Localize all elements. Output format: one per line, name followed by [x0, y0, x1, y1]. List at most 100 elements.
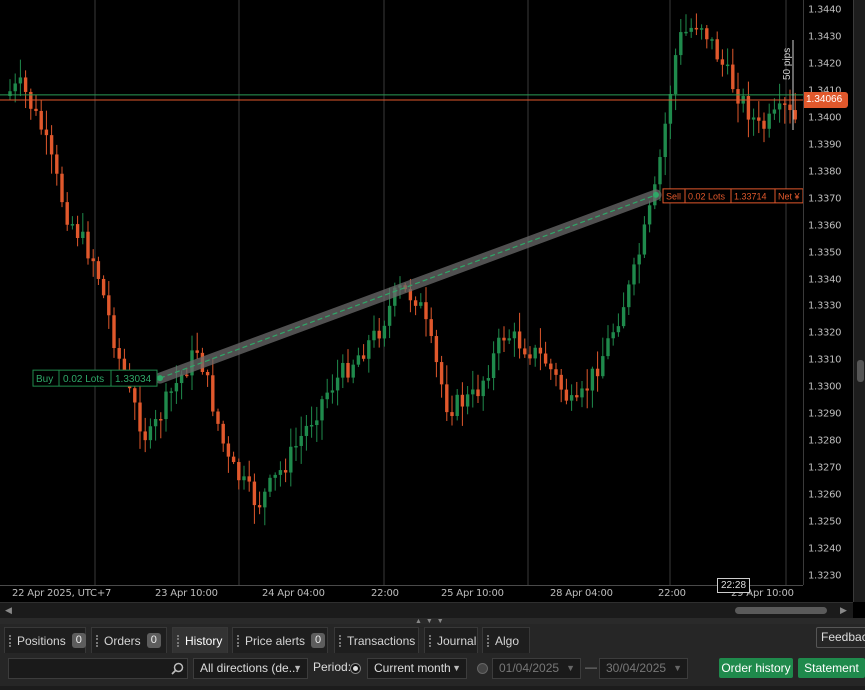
chevron-down-icon: ▼: [566, 663, 575, 673]
search-input[interactable]: [8, 658, 188, 679]
date-to-field[interactable]: 30/04/2025 ▼: [599, 658, 688, 679]
drag-grip-icon[interactable]: [177, 635, 181, 647]
time-tick-label: 22:00: [658, 588, 686, 599]
candle-body: [606, 338, 610, 357]
candle-body: [226, 443, 231, 457]
candle-body: [783, 103, 787, 105]
candle-body: [429, 319, 433, 337]
price-axis[interactable]: 1.3440 1.3430 1.3420 1.3410 1.3400 1.3390 1.33…: [803, 0, 854, 585]
candle-body: [564, 389, 569, 401]
statement-button[interactable]: Statement: [798, 658, 865, 678]
horizontal-scrollbar[interactable]: ◀ ▶: [0, 602, 853, 619]
period-radio-preset[interactable]: [350, 663, 361, 674]
time-axis[interactable]: 22 Apr 2025, UTC+7 23 Apr 10:00 24 Apr 04:…: [0, 578, 803, 603]
price-tick-label: 1.3250: [808, 516, 842, 528]
price-tick-label: 1.3290: [808, 408, 842, 420]
scroll-right-icon[interactable]: ▶: [840, 605, 847, 616]
candle-body: [13, 83, 17, 92]
tab-orders[interactable]: Orders 0: [91, 627, 167, 653]
tab-journal[interactable]: Journal: [424, 627, 478, 653]
price-tick-label: 1.3420: [808, 58, 842, 70]
period-radio-custom[interactable]: [477, 663, 488, 674]
vertical-scrollbar-thumb[interactable]: [857, 360, 864, 382]
candle-body: [96, 261, 101, 279]
date-from-field[interactable]: 01/04/2025 ▼: [492, 658, 581, 679]
tab-transactions[interactable]: Transactions: [334, 627, 419, 653]
candles-group: [8, 13, 797, 526]
price-tick-label: 1.3240: [808, 543, 842, 555]
candle-body: [247, 476, 251, 482]
price-tick-label: 1.3370: [808, 193, 842, 205]
candle-body: [138, 402, 142, 432]
candle-body: [304, 425, 309, 436]
tab-label: Algo: [495, 633, 520, 648]
time-tick-label: 28 Apr 04:00: [550, 588, 613, 599]
search-icon[interactable]: [171, 662, 184, 675]
candle-body: [715, 39, 719, 60]
candle-body: [185, 374, 189, 377]
current-price-badge: 1.34066: [804, 92, 848, 108]
candle-body: [621, 307, 626, 327]
candlestick-chart[interactable]: Buy 0.02 Lots 1.33034 Sell 0.02 Lots 1.33714 N…: [0, 0, 803, 585]
candle-body: [309, 425, 314, 427]
price-tick-label: 1.3440: [808, 4, 842, 16]
sell-label-side: Sell: [666, 191, 681, 201]
candle-body: [34, 108, 38, 111]
candle-body: [481, 380, 485, 397]
price-tick-label: 1.3340: [808, 274, 842, 285]
tab-positions[interactable]: Positions 0: [4, 627, 86, 653]
drag-grip-icon[interactable]: [487, 635, 491, 647]
buy-marker: [157, 375, 163, 382]
candle-body: [382, 325, 387, 339]
vertical-scrollbar[interactable]: [853, 0, 865, 602]
candle-body: [86, 231, 90, 259]
candle-body: [788, 104, 792, 111]
pips-label: 50 pips: [782, 48, 793, 80]
direction-select[interactable]: All directions (de... ▼: [193, 658, 308, 679]
candle-body: [133, 388, 137, 403]
candle-body: [590, 368, 595, 391]
candle-body: [533, 347, 537, 359]
drag-grip-icon[interactable]: [339, 635, 343, 647]
horizontal-scrollbar-thumb[interactable]: [735, 607, 827, 614]
tab-label: Journal: [437, 633, 477, 648]
tab-price-alerts[interactable]: Price alerts 0: [232, 627, 328, 653]
tab-algo[interactable]: Algo: [482, 627, 530, 653]
sell-label-lots: 0.02 Lots: [688, 191, 726, 201]
drag-grip-icon[interactable]: [96, 635, 100, 647]
candle-body: [777, 103, 782, 110]
candle-body: [523, 348, 527, 355]
price-tick-label: 1.3280: [808, 435, 842, 447]
candle-body: [549, 363, 553, 370]
date-to-value: 30/04/2025: [606, 661, 667, 675]
candle-body: [710, 39, 714, 41]
candle-body: [471, 389, 475, 395]
drag-grip-icon[interactable]: [429, 635, 433, 647]
price-tick-label: 1.3270: [808, 462, 842, 474]
candle-body: [611, 332, 615, 339]
price-tick-label: 1.3260: [808, 489, 842, 501]
price-tick-label: 1.3430: [808, 31, 842, 43]
period-select[interactable]: Current month ▼: [367, 658, 467, 679]
order-history-button[interactable]: Order history: [719, 658, 793, 678]
drag-grip-icon[interactable]: [237, 635, 241, 647]
scroll-left-icon[interactable]: ◀: [5, 605, 12, 616]
candle-body: [455, 394, 459, 417]
candle-body: [367, 340, 371, 359]
candle-body: [694, 27, 699, 30]
candle-body: [512, 331, 517, 339]
candle-body: [632, 264, 636, 285]
tab-badge: 0: [71, 633, 86, 648]
price-tick-label: 1.3350: [808, 247, 842, 259]
candle-body: [705, 28, 709, 40]
candle-body: [289, 446, 293, 473]
chart-area[interactable]: Buy 0.02 Lots 1.33034 Sell 0.02 Lots 1.33714 N…: [0, 0, 803, 585]
tab-history[interactable]: History: [172, 627, 228, 653]
drag-grip-icon[interactable]: [9, 635, 13, 647]
buy-label-lots: 0.02 Lots: [63, 374, 104, 385]
feedback-button[interactable]: Feedback: [816, 627, 865, 648]
candle-body: [268, 477, 272, 492]
candle-body: [65, 202, 69, 225]
candle-body: [663, 123, 667, 158]
candle-body: [49, 135, 54, 155]
